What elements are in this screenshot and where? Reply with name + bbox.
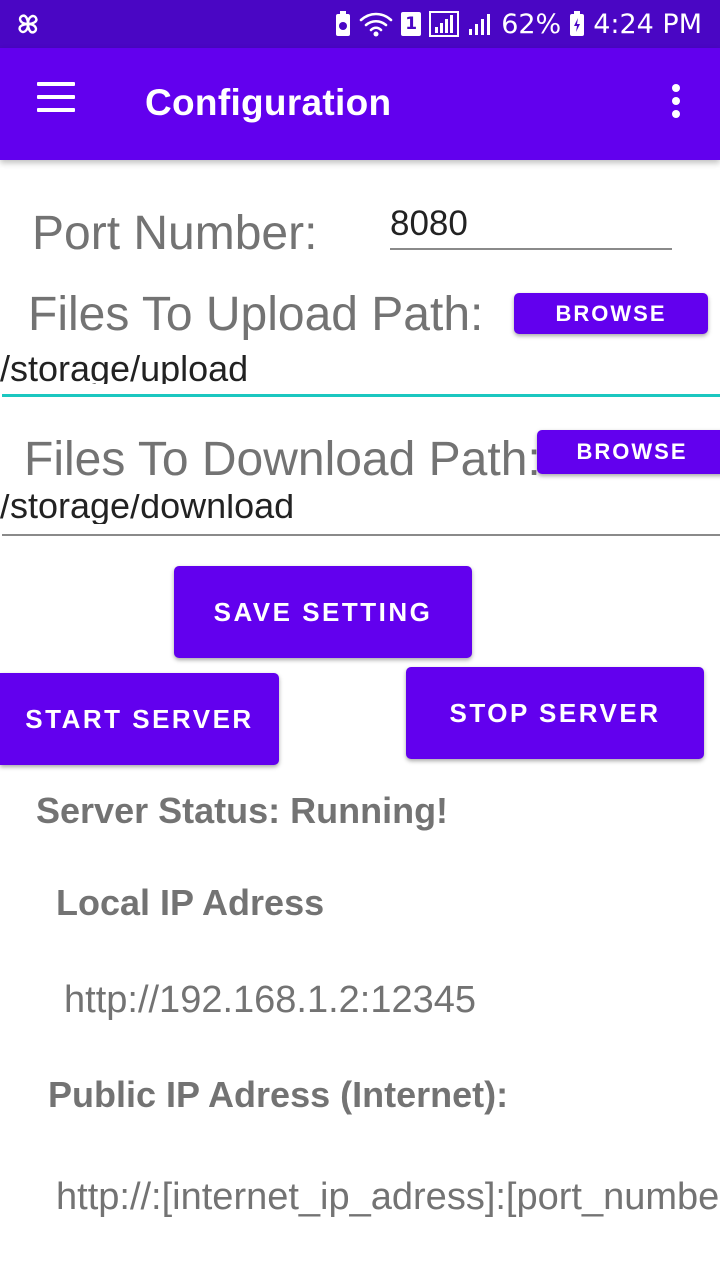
- sim-badge: 1: [401, 12, 422, 36]
- status-bar: 1 62% 4:24 PM: [0, 0, 720, 48]
- public-ip-label: Public IP Adress (Internet):: [48, 1074, 509, 1115]
- stop-server-button[interactable]: STOP SERVER: [406, 667, 704, 759]
- local-ip-label: Local IP Adress: [56, 882, 325, 923]
- battery-percent: 62%: [501, 8, 562, 40]
- download-path-input[interactable]: /storage/download: [0, 494, 294, 524]
- signal-icon: [469, 14, 491, 35]
- page-title: Configuration: [145, 82, 392, 123]
- signal-icon: [429, 11, 460, 37]
- public-ip-clip: http://:[internet_ip_adress]:[port_numbe…: [0, 1170, 720, 1230]
- battery-icon: [570, 11, 585, 36]
- download-path-underline: [2, 534, 720, 536]
- port-number-input[interactable]: 8080: [390, 204, 468, 244]
- browse-upload-button[interactable]: BROWSE: [514, 293, 708, 334]
- wifi-icon: [359, 12, 393, 37]
- hamburger-menu-icon[interactable]: [30, 82, 82, 126]
- browse-download-button[interactable]: BROWSE: [537, 430, 720, 474]
- upload-path-input-clip: /storage/upload: [0, 344, 720, 384]
- clock: 4:24 PM: [593, 8, 702, 40]
- more-vert-icon[interactable]: [662, 84, 690, 124]
- download-path-input-clip: /storage/download: [0, 494, 720, 524]
- upload-path-label: Files To Upload Path:: [28, 288, 484, 341]
- port-number-label: Port Number:: [32, 207, 318, 260]
- upload-path-input[interactable]: /storage/upload: [0, 348, 248, 384]
- port-number-underline: [390, 248, 672, 250]
- upload-path-underline: [2, 394, 720, 397]
- start-server-button[interactable]: START SERVER: [0, 673, 279, 765]
- local-ip-value: http://192.168.1.2:12345: [64, 979, 477, 1021]
- app-bar: Configuration: [0, 48, 720, 160]
- save-setting-button[interactable]: SAVE SETTING: [174, 566, 472, 658]
- battery-saver-icon: [336, 11, 351, 36]
- public-ip-value: http://:[internet_ip_adress]:[port_numbe…: [56, 1176, 720, 1218]
- server-status: Server Status: Running!: [36, 790, 449, 831]
- pinwheel-icon: [18, 14, 38, 34]
- download-path-label: Files To Download Path:: [24, 433, 541, 486]
